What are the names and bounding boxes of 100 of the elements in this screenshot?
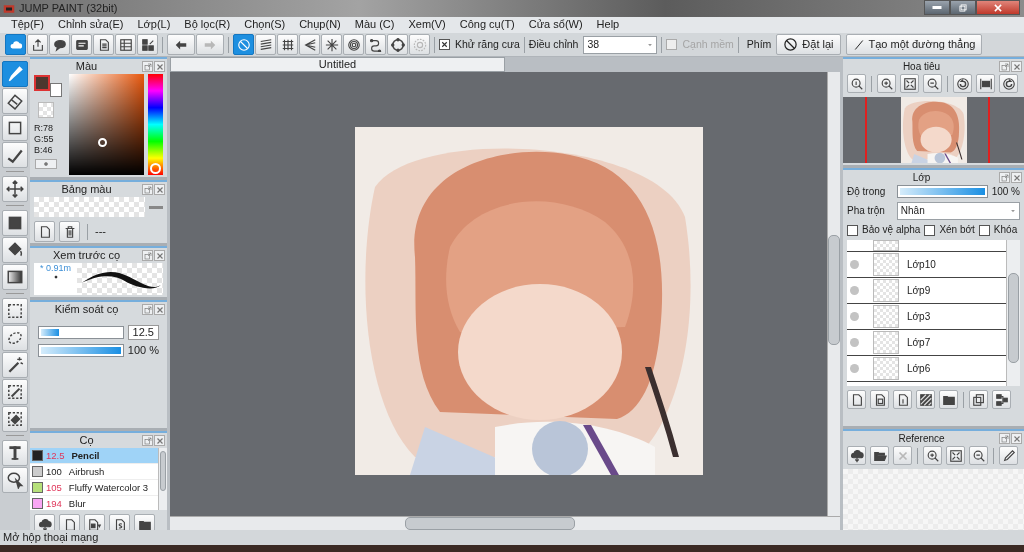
- close-button[interactable]: [1011, 172, 1022, 183]
- color-picker-handle[interactable]: [97, 138, 107, 147]
- lasso-tool-button[interactable]: [2, 325, 28, 351]
- menu-item[interactable]: Chỉnh sửa(E): [51, 18, 131, 32]
- menu-item[interactable]: Cửa sổ(W): [521, 18, 590, 32]
- maximize-button[interactable]: [950, 0, 976, 15]
- screentone-button[interactable]: [916, 390, 935, 409]
- color-mode-button[interactable]: [35, 159, 57, 170]
- visibility-dot[interactable]: [850, 338, 859, 347]
- size-slider[interactable]: [38, 326, 124, 340]
- gradient-tool-button[interactable]: [2, 264, 28, 290]
- center-button[interactable]: [976, 74, 995, 93]
- close-button[interactable]: [154, 435, 165, 446]
- checkbox[interactable]: [924, 224, 936, 236]
- menu-item[interactable]: Xem(V): [401, 18, 453, 32]
- hue-marker[interactable]: [150, 163, 162, 174]
- checkbox[interactable]: [978, 224, 990, 236]
- zoom-in-button[interactable]: [923, 446, 942, 465]
- layer-row[interactable]: Lớp6: [847, 356, 1006, 382]
- duplicate-button[interactable]: [969, 390, 988, 409]
- scrollbar[interactable]: [158, 448, 167, 510]
- horizontal-scrollbar[interactable]: [170, 516, 840, 530]
- fit-screen-button[interactable]: [900, 74, 919, 93]
- undo-button[interactable]: [167, 34, 195, 55]
- upload-button[interactable]: [847, 446, 866, 465]
- brush-item[interactable]: 100 Airbrush: [30, 464, 158, 480]
- close-button[interactable]: [154, 61, 165, 72]
- magic-wand-tool-button[interactable]: [2, 352, 28, 378]
- straight-line-button[interactable]: Tạo một đường thẳng: [845, 34, 983, 55]
- curve-button[interactable]: [365, 34, 386, 55]
- selection-eraser-tool-button[interactable]: [2, 406, 28, 432]
- blend-mode-field[interactable]: Nhân: [896, 202, 1020, 220]
- background-color-swatch[interactable]: [50, 83, 62, 97]
- checkbox[interactable]: [847, 224, 858, 236]
- cloud-button[interactable]: [5, 34, 26, 55]
- fit-screen-button[interactable]: [946, 446, 965, 465]
- layout-button[interactable]: [137, 34, 158, 55]
- polyline-tool-button[interactable]: [2, 142, 28, 168]
- move-tool-button[interactable]: [2, 176, 28, 202]
- fan-lines-button[interactable]: [299, 34, 320, 55]
- brush-menu-button[interactable]: [84, 514, 105, 530]
- foreground-color-swatch[interactable]: [34, 75, 50, 91]
- lasso-pointer-tool-button[interactable]: [2, 467, 28, 493]
- no-ruler-button[interactable]: [233, 34, 254, 55]
- actual-size-button[interactable]: [847, 74, 866, 93]
- ellipse-button[interactable]: [387, 34, 408, 55]
- new-palette-button[interactable]: [34, 221, 55, 242]
- rectangle-tool-button[interactable]: [2, 115, 28, 141]
- rectangle-select-tool-button[interactable]: [2, 298, 28, 324]
- menu-item[interactable]: Lớp(L): [130, 18, 178, 32]
- menu-item[interactable]: Công cụ(T): [452, 18, 522, 32]
- grid-button[interactable]: [277, 34, 298, 55]
- visibility-dot[interactable]: [850, 312, 859, 321]
- new-8bit-layer-button[interactable]: [870, 390, 889, 409]
- concentric-circles-button[interactable]: [343, 34, 364, 55]
- hue-bar[interactable]: [148, 74, 163, 175]
- layer-row[interactable]: Lớp3: [847, 304, 1006, 330]
- checkbox[interactable]: [439, 39, 450, 50]
- transparent-swatch[interactable]: [38, 102, 54, 118]
- speech-bubble-button[interactable]: [49, 34, 70, 55]
- layer-row[interactable]: Lớp10: [847, 252, 1006, 278]
- document-button[interactable]: [93, 34, 114, 55]
- brush-settings-button[interactable]: [109, 514, 130, 530]
- radial-lines-button[interactable]: [321, 34, 342, 55]
- close-button[interactable]: [1011, 433, 1022, 444]
- share-button[interactable]: [27, 34, 48, 55]
- palette-grip[interactable]: [149, 206, 163, 209]
- menu-item[interactable]: Bộ lọc(R): [177, 18, 238, 32]
- layer-row[interactable]: Lớp9: [847, 278, 1006, 304]
- edit-button[interactable]: [999, 446, 1018, 465]
- reset-button[interactable]: Đặt lại: [776, 34, 841, 55]
- delete-button[interactable]: [59, 221, 80, 242]
- upload-brush-button[interactable]: [34, 514, 55, 530]
- vertical-scrollbar[interactable]: [827, 72, 840, 516]
- zoom-out-button[interactable]: [923, 74, 942, 93]
- size-field[interactable]: 12.5: [127, 325, 159, 341]
- close-button[interactable]: [1011, 61, 1022, 72]
- minimize-button[interactable]: [924, 0, 950, 15]
- text-tool-button[interactable]: [2, 440, 28, 466]
- zoom-in-button[interactable]: [877, 74, 896, 93]
- visibility-dot[interactable]: [850, 364, 859, 373]
- brush-item[interactable]: 105 Fluffy Watercolor 3: [30, 480, 158, 496]
- menu-item[interactable]: Chụp(N): [292, 18, 348, 32]
- paint-bucket-tool-button[interactable]: [2, 237, 28, 263]
- rotate-left-button[interactable]: [953, 74, 972, 93]
- open-folder-button[interactable]: [870, 446, 889, 465]
- color-gradient-field[interactable]: [68, 74, 145, 175]
- filled-square-tool-button[interactable]: [2, 210, 28, 236]
- new-brush-button[interactable]: [59, 514, 80, 530]
- menu-item[interactable]: Tệp(F): [4, 18, 51, 32]
- visibility-dot[interactable]: [850, 260, 859, 269]
- brush-tool-button[interactable]: [2, 61, 28, 87]
- eraser-tool-button[interactable]: [2, 88, 28, 114]
- close-button[interactable]: [154, 304, 165, 315]
- close-button[interactable]: [154, 184, 165, 195]
- visibility-dot[interactable]: [850, 286, 859, 295]
- parallel-lines-button[interactable]: [255, 34, 276, 55]
- document-tab[interactable]: Untitled: [170, 57, 505, 72]
- folder-button[interactable]: [939, 390, 958, 409]
- brush-item[interactable]: 12.5 Pencil: [30, 448, 158, 464]
